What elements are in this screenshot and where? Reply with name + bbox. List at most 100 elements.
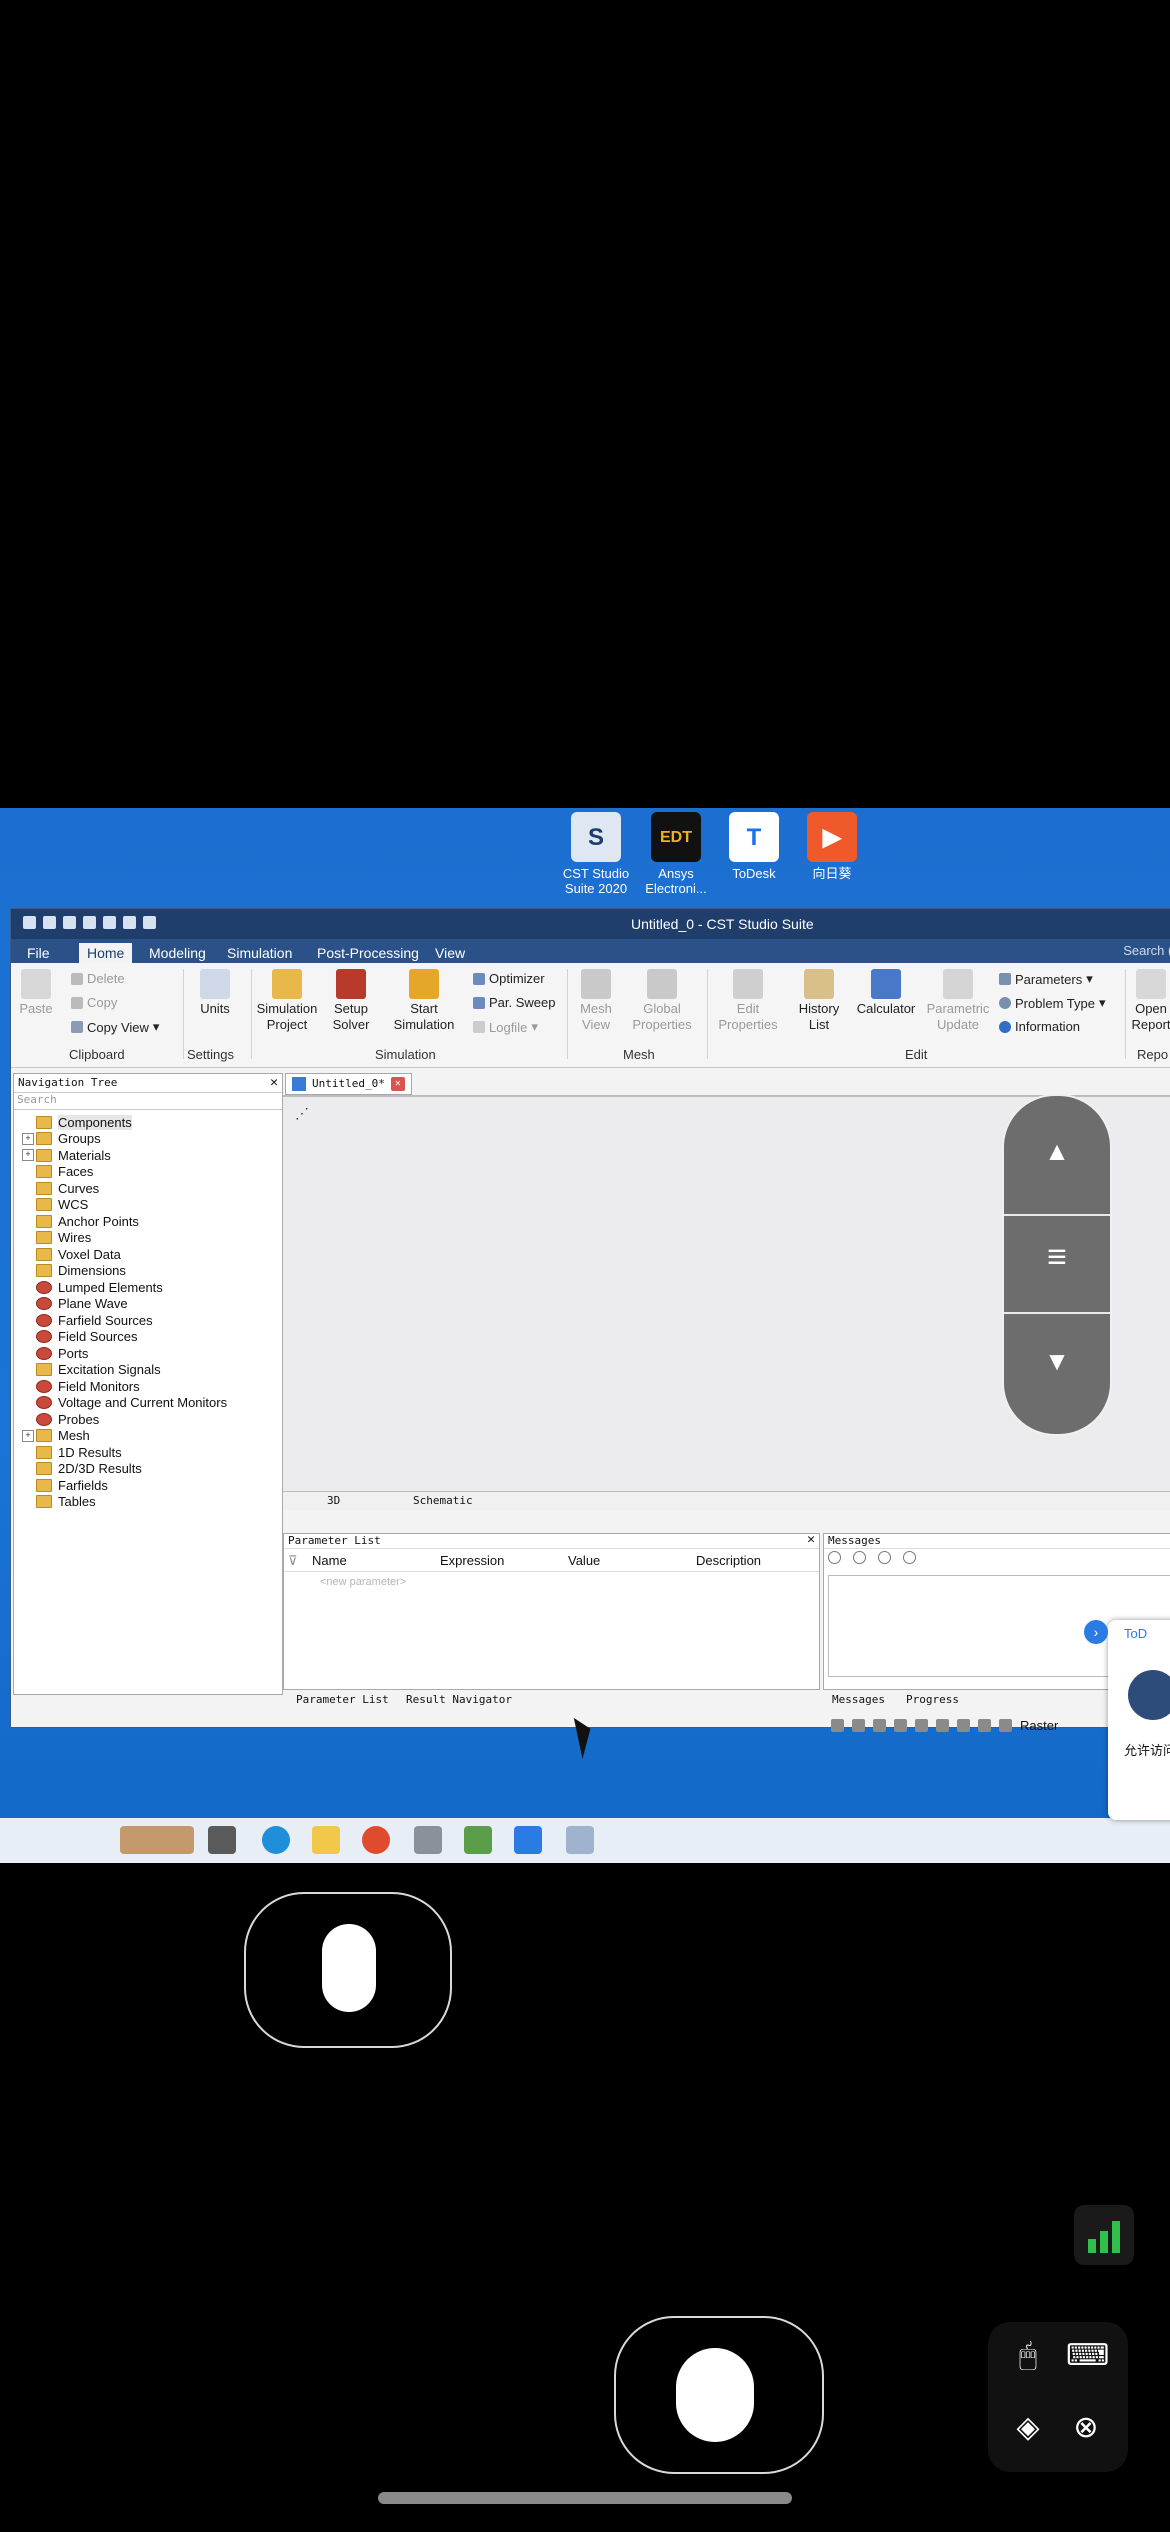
column-name[interactable]: Name <box>312 1553 347 1568</box>
close-icon[interactable]: ✕ <box>270 1074 278 1092</box>
tree-item[interactable]: + Mesh <box>14 1428 282 1445</box>
par-sweep-button[interactable]: Par. Sweep <box>473 995 556 1010</box>
menu-button[interactable]: ≡ <box>1004 1240 1110 1274</box>
calculator-button[interactable]: Calculator <box>851 965 921 1017</box>
redo-icon[interactable] <box>143 916 156 929</box>
history-list-button[interactable]: History List <box>793 965 845 1033</box>
taskbar-widget-icon[interactable] <box>120 1826 194 1854</box>
expand-icon[interactable]: + <box>22 1132 34 1145</box>
column-value[interactable]: Value <box>568 1553 600 1568</box>
desktop-icon-ansys[interactable]: EDT Ansys Electroni... <box>636 812 716 896</box>
delete-button[interactable]: Delete <box>71 971 125 986</box>
zoom-in-icon[interactable] <box>894 1718 907 1732</box>
new-icon[interactable] <box>23 916 36 929</box>
tree-item[interactable]: Field Sources <box>14 1329 282 1346</box>
open-icon[interactable] <box>43 916 56 929</box>
desktop-icon-todesk[interactable]: T ToDesk <box>714 812 794 881</box>
save-icon[interactable] <box>63 916 76 929</box>
problem-type-button[interactable]: Problem Type ▾ <box>999 995 1106 1011</box>
zoom-icon[interactable] <box>831 1718 844 1732</box>
tab-messages[interactable]: Messages <box>832 1693 885 1706</box>
tab-result-navigator[interactable]: Result Navigator <box>406 1693 512 1706</box>
tree-item[interactable]: Anchor Points <box>14 1213 282 1230</box>
new-parameter-row[interactable]: <new parameter> <box>320 1576 406 1588</box>
tree-item[interactable]: Voxel Data <box>14 1246 282 1263</box>
tree-item[interactable]: Field Monitors <box>14 1378 282 1395</box>
ribbon-search[interactable]: Search (A <box>1123 943 1170 958</box>
tree-item[interactable]: Excitation Signals <box>14 1362 282 1379</box>
reset-view-icon[interactable] <box>915 1718 928 1732</box>
close-icon[interactable]: ✕ <box>390 1077 405 1091</box>
copy-view-button[interactable]: Copy View ▾ <box>71 1019 159 1035</box>
edit-properties-button[interactable]: Edit Properties <box>713 965 783 1033</box>
global-properties-button[interactable]: Global Properties <box>627 965 697 1033</box>
cst-taskbar-icon[interactable] <box>566 1826 594 1854</box>
keyboard-icon[interactable]: ⌨ <box>1066 2336 1109 2376</box>
tree-item[interactable]: Voltage and Current Monitors <box>14 1395 282 1412</box>
desktop-icon-sunflower[interactable]: ▶ 向日葵 <box>792 812 872 881</box>
units-button[interactable]: Units <box>187 965 243 1017</box>
tree-item[interactable]: Ports <box>14 1345 282 1362</box>
scroll-down-button[interactable]: ▼ <box>1004 1346 1110 1377</box>
logfile-button[interactable]: Logfile ▾ <box>473 1019 538 1035</box>
close-icon[interactable]: ✕ <box>807 1532 815 1547</box>
edge-icon[interactable] <box>262 1826 290 1854</box>
parametric-update-button[interactable]: Parametric Update <box>923 965 993 1033</box>
mesh-view-button[interactable]: Mesh View <box>571 965 621 1033</box>
document-tab[interactable]: Untitled_0* ✕ <box>285 1073 412 1095</box>
mouse-icon[interactable]: 🖱 <box>1008 2336 1048 2376</box>
paste-button[interactable]: Paste <box>15 965 57 1017</box>
tree-item[interactable]: Plane Wave <box>14 1296 282 1313</box>
tree-item[interactable]: WCS <box>14 1197 282 1214</box>
start-simulation-button[interactable]: Start Simulation <box>387 965 461 1033</box>
raster-label[interactable]: Raster <box>1020 1718 1058 1733</box>
tab-simulation[interactable]: Simulation <box>219 943 300 963</box>
column-description[interactable]: Description <box>696 1553 761 1568</box>
mouse-mode-button[interactable] <box>244 1892 452 2048</box>
tab-home[interactable]: Home <box>79 943 133 963</box>
tree-item[interactable]: Lumped Elements <box>14 1279 282 1296</box>
copy-button[interactable]: Copy <box>71 995 117 1010</box>
nvidia-icon[interactable] <box>464 1826 492 1854</box>
tree-item[interactable]: Farfield Sources <box>14 1312 282 1329</box>
undo-icon[interactable] <box>123 916 136 929</box>
tree-item[interactable]: + Groups <box>14 1131 282 1148</box>
desktop-icon-cst[interactable]: S CST Studio Suite 2020 <box>556 812 636 896</box>
tree-item[interactable]: 2D/3D Results <box>14 1461 282 1478</box>
optimizer-button[interactable]: Optimizer <box>473 971 545 986</box>
todesk-taskbar-icon[interactable] <box>514 1826 542 1854</box>
tree-item[interactable]: Tables <box>14 1494 282 1511</box>
clear-icon[interactable] <box>828 1551 841 1564</box>
app-icon[interactable] <box>362 1826 390 1854</box>
tree-item[interactable]: Faces <box>14 1164 282 1181</box>
expand-icon[interactable]: + <box>22 1429 34 1442</box>
tab-post-processing[interactable]: Post-Processing <box>309 943 427 963</box>
rotate-icon[interactable] <box>873 1718 886 1732</box>
tree-item[interactable]: Components <box>14 1114 282 1131</box>
info-filter-icon[interactable] <box>878 1551 891 1564</box>
tab-3d[interactable]: 3D <box>327 1494 340 1507</box>
navigation-tree-search[interactable]: Search <box>14 1093 282 1110</box>
tab-parameter-list[interactable]: Parameter List <box>296 1693 389 1706</box>
tree-item[interactable]: 1D Results <box>14 1444 282 1461</box>
tree-item[interactable]: Wires <box>14 1230 282 1247</box>
fit-view-icon[interactable] <box>936 1718 949 1732</box>
file-explorer-icon[interactable] <box>312 1826 340 1854</box>
print-icon[interactable] <box>103 916 116 929</box>
tree-item[interactable]: + Materials <box>14 1147 282 1164</box>
close-circle-icon[interactable]: ⊗ <box>1066 2408 1106 2448</box>
open-report-button[interactable]: Open Report <box>1129 965 1170 1033</box>
column-expression[interactable]: Expression <box>440 1553 504 1568</box>
expand-icon[interactable]: + <box>22 1149 34 1162</box>
scroll-up-button[interactable]: ▲ <box>1004 1136 1110 1167</box>
simulation-project-button[interactable]: Simulation Project <box>253 965 321 1033</box>
perspective-icon[interactable] <box>978 1718 991 1732</box>
raster-icon[interactable] <box>999 1718 1012 1732</box>
setup-solver-button[interactable]: Setup Solver <box>327 965 375 1033</box>
pan-icon[interactable] <box>852 1718 865 1732</box>
tree-item[interactable]: Dimensions <box>14 1263 282 1280</box>
save-all-icon[interactable] <box>83 916 96 929</box>
tree-item[interactable]: Farfields <box>14 1477 282 1494</box>
tab-schematic[interactable]: Schematic <box>413 1494 473 1507</box>
tab-modeling[interactable]: Modeling <box>141 943 214 963</box>
